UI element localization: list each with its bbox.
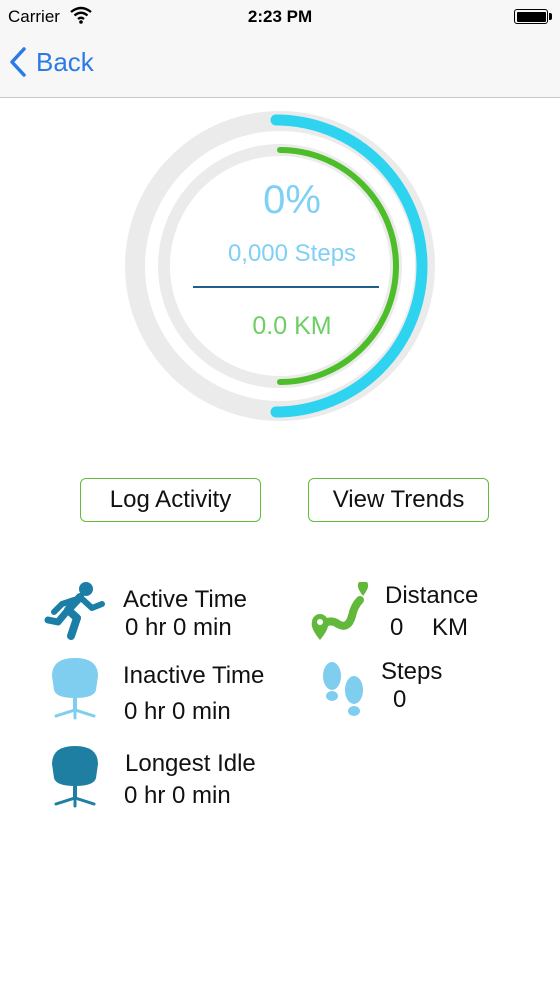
- battery-icon: [514, 9, 548, 24]
- back-button[interactable]: Back: [8, 46, 94, 78]
- back-label: Back: [36, 46, 94, 77]
- percent-text: 0%: [263, 178, 321, 222]
- log-activity-button[interactable]: Log Activity: [80, 478, 261, 522]
- distance-value: 0: [390, 614, 404, 641]
- distance-text: 0.0 KM: [252, 312, 332, 340]
- chair-dark-icon: [46, 744, 104, 813]
- longest-idle-value: 0 hr 0 min: [124, 782, 231, 809]
- active-time-label: Active Time: [123, 586, 248, 613]
- steps-label: Steps: [381, 658, 443, 685]
- battery-tip: [549, 13, 552, 20]
- view-trends-button[interactable]: View Trends: [308, 478, 489, 522]
- status-time: 2:23 PM: [247, 7, 313, 26]
- distance-label: Distance: [385, 582, 479, 609]
- route-pin-icon: [308, 580, 370, 649]
- inactive-time-label: Inactive Time: [123, 662, 265, 689]
- footprints-icon: [320, 660, 368, 727]
- chevron-left-icon: [10, 47, 26, 77]
- running-man-icon: [44, 580, 106, 647]
- ring-divider: [193, 286, 379, 288]
- distance-unit: KM: [432, 614, 468, 641]
- steps-value: 0: [393, 686, 407, 713]
- longest-idle-label: Longest Idle: [125, 750, 256, 777]
- steps-text: 0,000 Steps: [227, 240, 357, 267]
- active-time-value: 0 hr 0 min: [125, 614, 232, 641]
- chair-light-icon: [46, 656, 104, 725]
- inactive-time-value: 0 hr 0 min: [124, 698, 231, 725]
